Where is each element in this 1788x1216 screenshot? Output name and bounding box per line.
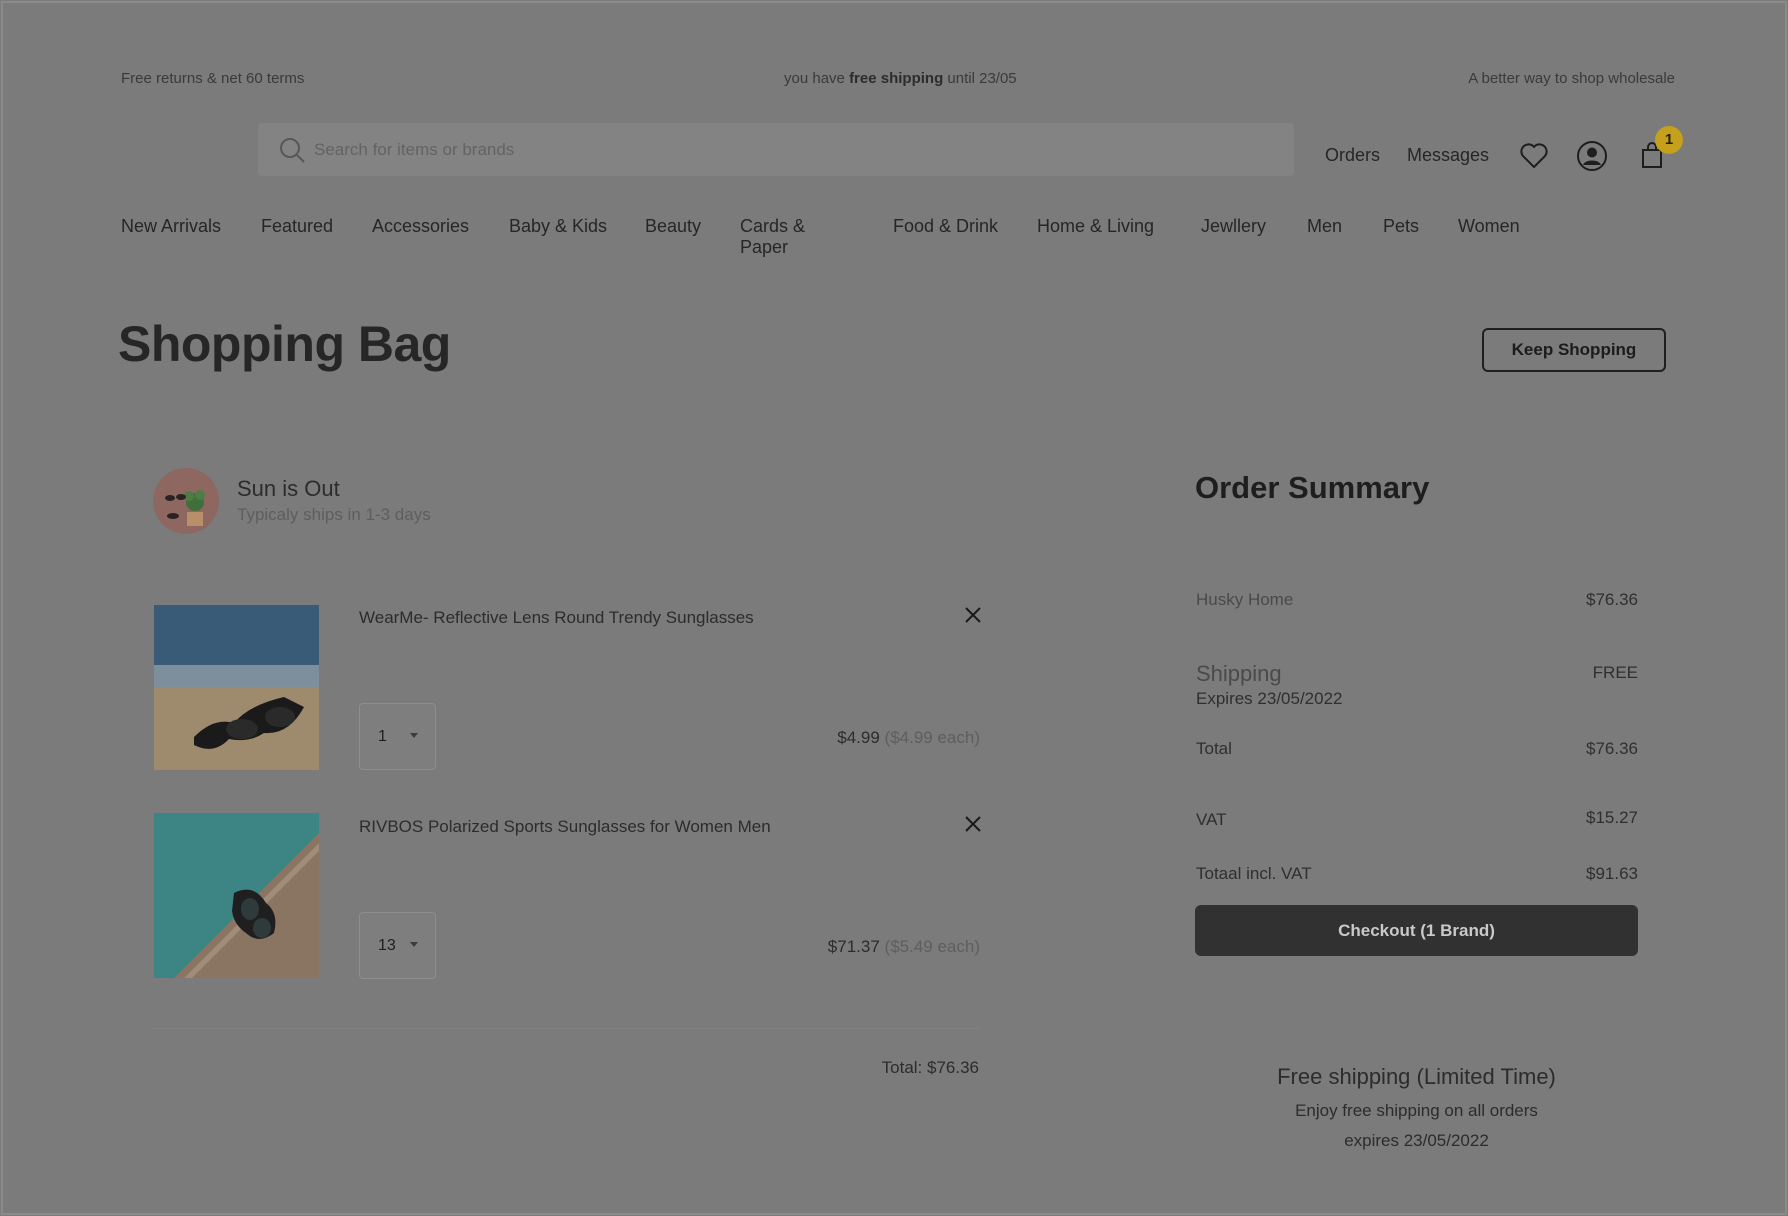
- user-icon[interactable]: [1576, 140, 1608, 177]
- search-bar[interactable]: [258, 123, 1294, 176]
- summary-total-label: Total: [1196, 739, 1232, 758]
- close-icon[interactable]: [964, 815, 982, 833]
- checkout-button[interactable]: Checkout (1 Brand): [1195, 905, 1638, 956]
- promo-title: Free shipping (Limited Time): [1277, 1064, 1556, 1089]
- item-name[interactable]: WearMe- Reflective Lens Round Trendy Sun…: [359, 608, 779, 628]
- search-input[interactable]: [314, 123, 1274, 176]
- search-icon: [278, 136, 306, 169]
- nav-women[interactable]: Women: [1458, 216, 1520, 237]
- brand-shipping-time: Typicaly ships in 1-3 days: [237, 505, 431, 524]
- promo-line-2: expires 23/05/2022: [1344, 1131, 1489, 1150]
- announcement-left: Free returns & net 60 terms: [121, 70, 305, 87]
- item-name[interactable]: RIVBOS Polarized Sports Sunglasses for W…: [359, 817, 779, 837]
- quantity-value: 13: [378, 937, 396, 954]
- page-title: Shopping Bag: [118, 316, 451, 372]
- summary-shipping-value: FREE: [1592, 663, 1638, 682]
- keep-shopping-button[interactable]: Keep Shopping: [1482, 328, 1666, 372]
- item-price: $71.37 ($5.49 each): [827, 937, 980, 956]
- announcement-right: A better way to shop wholesale: [1468, 70, 1675, 87]
- brand-avatar: [153, 468, 219, 534]
- order-summary-title: Order Summary: [1195, 470, 1430, 505]
- summary-vat-value: $15.27: [1586, 808, 1638, 827]
- nav-home-living[interactable]: Home & Living: [1037, 216, 1154, 237]
- summary-incl-vat-value: $91.63: [1586, 864, 1638, 883]
- summary-shipping-label: Shipping: [1196, 661, 1282, 686]
- nav-baby-kids[interactable]: Baby & Kids: [509, 216, 607, 237]
- announcement-center: you have free shipping until 23/05: [784, 70, 1017, 87]
- quantity-value: 1: [378, 728, 387, 745]
- heart-icon[interactable]: [1520, 143, 1548, 174]
- brand-name[interactable]: Sun is Out: [237, 476, 340, 502]
- close-icon[interactable]: [964, 606, 982, 624]
- quantity-select[interactable]: 1: [359, 703, 436, 770]
- nav-featured[interactable]: Featured: [261, 216, 333, 237]
- divider: [153, 1028, 980, 1029]
- messages-link[interactable]: Messages: [1407, 145, 1489, 166]
- item-price: $4.99 ($4.99 each): [837, 728, 980, 747]
- orders-link[interactable]: Orders: [1325, 145, 1380, 166]
- nav-accessories[interactable]: Accessories: [372, 216, 469, 237]
- cart-total: Total: $76.36: [881, 1058, 979, 1077]
- nav-men[interactable]: Men: [1307, 216, 1342, 237]
- nav-beauty[interactable]: Beauty: [645, 216, 701, 237]
- product-image[interactable]: [154, 813, 319, 978]
- promo-line-1: Enjoy free shipping on all orders: [1295, 1101, 1538, 1120]
- summary-total-value: $76.36: [1586, 739, 1638, 758]
- summary-shipping-expiry: Expires 23/05/2022: [1196, 689, 1343, 708]
- nav-cards-paper[interactable]: Cards & Paper: [740, 216, 805, 258]
- nav-food-drink[interactable]: Food & Drink: [893, 216, 998, 237]
- cart-count-badge: 1: [1655, 126, 1683, 154]
- summary-vat-label: VAT: [1196, 810, 1227, 829]
- chevron-down-icon: [410, 733, 418, 738]
- nav-jewllery[interactable]: Jewllery: [1201, 216, 1266, 237]
- summary-brand-value: $76.36: [1586, 590, 1638, 609]
- summary-brand-label: Husky Home: [1196, 590, 1294, 609]
- nav-new-arrivals[interactable]: New Arrivals: [121, 216, 221, 237]
- chevron-down-icon: [410, 942, 418, 947]
- product-image[interactable]: [154, 605, 319, 770]
- nav-pets[interactable]: Pets: [1383, 216, 1419, 237]
- summary-incl-vat-label: Totaal incl. VAT: [1196, 864, 1312, 883]
- quantity-select[interactable]: 13: [359, 912, 436, 979]
